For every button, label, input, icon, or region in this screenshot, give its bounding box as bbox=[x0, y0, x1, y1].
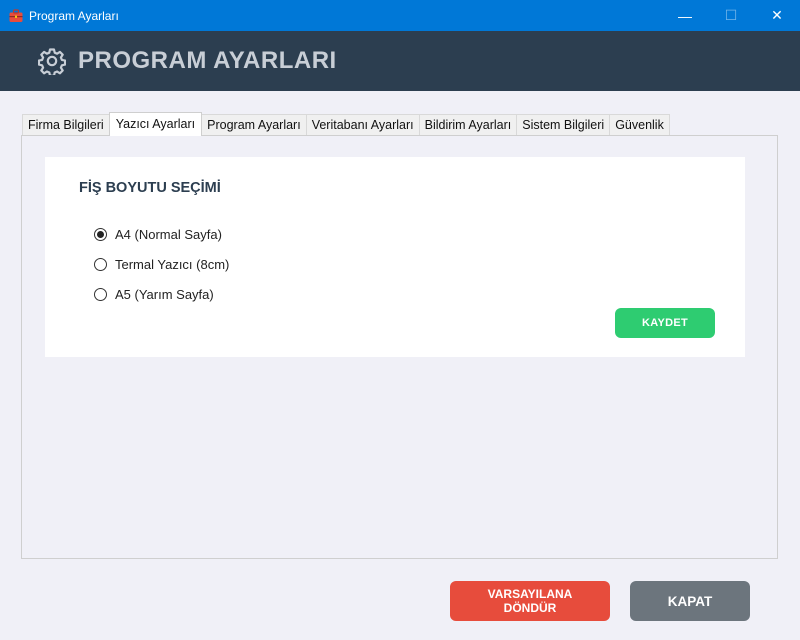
tab-program-ayarlari[interactable]: Program Ayarları bbox=[201, 114, 307, 136]
gear-icon bbox=[37, 47, 67, 77]
radio-label: A5 (Yarım Sayfa) bbox=[115, 287, 214, 302]
radio-button[interactable] bbox=[94, 258, 107, 271]
window-title: Program Ayarları bbox=[29, 8, 119, 23]
maximize-button[interactable]: ☐ bbox=[708, 0, 754, 31]
tab-guvenlik[interactable]: Güvenlik bbox=[609, 114, 670, 136]
tab-firma-bilgileri[interactable]: Firma Bilgileri bbox=[22, 114, 110, 136]
toolbox-icon bbox=[9, 8, 23, 23]
reset-defaults-button[interactable]: VARSAYILANA DÖNDÜR bbox=[450, 581, 610, 621]
radio-button[interactable] bbox=[94, 228, 107, 241]
section-title: FİŞ BOYUTU SEÇİMİ bbox=[79, 180, 221, 196]
tab-panel-yazici-ayarlari: FİŞ BOYUTU SEÇİMİ A4 (Normal Sayfa) Term… bbox=[21, 135, 778, 559]
close-button[interactable]: KAPAT bbox=[630, 581, 750, 621]
receipt-size-card: FİŞ BOYUTU SEÇİMİ A4 (Normal Sayfa) Term… bbox=[45, 157, 745, 357]
tab-yazici-ayarlari[interactable]: Yazıcı Ayarları bbox=[108, 112, 203, 136]
page-header: PROGRAM AYARLARI bbox=[0, 31, 800, 91]
radio-option-a4[interactable]: A4 (Normal Sayfa) bbox=[94, 227, 222, 242]
minimize-button[interactable]: — bbox=[662, 0, 708, 31]
close-window-button[interactable]: ✕ bbox=[754, 0, 800, 31]
radio-label: A4 (Normal Sayfa) bbox=[115, 227, 222, 242]
settings-tabs: Firma Bilgileri Yazıcı Ayarları Program … bbox=[22, 112, 670, 136]
radio-label: Termal Yazıcı (8cm) bbox=[115, 257, 230, 272]
page-title: PROGRAM AYARLARI bbox=[78, 47, 337, 74]
save-button[interactable]: KAYDET bbox=[615, 308, 715, 338]
radio-option-a5[interactable]: A5 (Yarım Sayfa) bbox=[94, 287, 214, 302]
window-title-bar[interactable]: Program Ayarları — ☐ ✕ bbox=[0, 0, 800, 31]
radio-option-thermal[interactable]: Termal Yazıcı (8cm) bbox=[94, 257, 229, 272]
tab-sistem-bilgileri[interactable]: Sistem Bilgileri bbox=[516, 114, 611, 136]
radio-button[interactable] bbox=[94, 288, 107, 301]
reset-defaults-label: VARSAYILANA DÖNDÜR bbox=[487, 587, 573, 615]
tab-bildirim-ayarlari[interactable]: Bildirim Ayarları bbox=[418, 114, 518, 136]
tab-veritabani-ayarlari[interactable]: Veritabanı Ayarları bbox=[305, 114, 420, 136]
